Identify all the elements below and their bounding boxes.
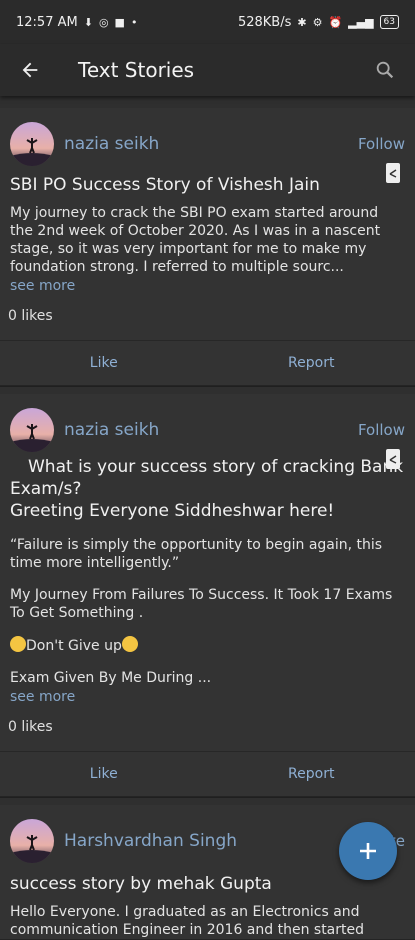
- hugging-emoji-icon: [10, 636, 26, 652]
- search-button[interactable]: [367, 52, 403, 88]
- back-button[interactable]: [12, 52, 48, 88]
- battery-indicator: 63: [380, 15, 399, 29]
- like-button[interactable]: Like: [0, 355, 208, 371]
- page-title: Text Stories: [78, 58, 194, 82]
- signal-icon: ▂▄▆: [348, 16, 373, 29]
- report-button[interactable]: Report: [208, 355, 415, 371]
- dont-give-up-line: Don't Give up: [10, 636, 405, 655]
- network-speed: 528KB/s: [238, 15, 291, 30]
- share-icon: [385, 162, 401, 184]
- share-button[interactable]: [385, 448, 401, 474]
- app-bar: Text Stories: [0, 44, 415, 96]
- share-icon: [385, 448, 401, 470]
- story-greeting: Greeting Everyone Siddheshwar here!: [10, 500, 405, 522]
- arrow-left-icon: [19, 59, 41, 81]
- story-journey: My Journey From Failures To Success. It …: [10, 586, 405, 622]
- like-button[interactable]: Like: [0, 766, 208, 782]
- author-name[interactable]: nazia seikh: [64, 134, 159, 154]
- follow-button[interactable]: Follow: [358, 135, 405, 153]
- likes-count: 0 likes: [8, 719, 405, 735]
- dont-give-up-text: Don't Give up: [26, 638, 122, 654]
- bluetooth-icon: ✱: [297, 16, 306, 29]
- story-title: success story by mehak Gupta: [10, 873, 405, 895]
- square-icon: ■: [115, 16, 125, 29]
- follow-button[interactable]: Follow: [358, 421, 405, 439]
- status-time: 12:57 AM: [16, 15, 78, 30]
- search-icon: [374, 59, 396, 81]
- report-button[interactable]: Report: [208, 766, 415, 782]
- avatar[interactable]: [10, 819, 54, 863]
- dot-icon: •: [131, 16, 138, 29]
- author-name[interactable]: Harshvardhan Singh: [64, 831, 237, 851]
- story-quote: “Failure is simply the opportunity to be…: [10, 536, 405, 572]
- see-more-link[interactable]: see more: [10, 278, 405, 294]
- story-body: Hello Everyone. I graduated as an Electr…: [10, 903, 405, 939]
- status-bar: 12:57 AM ⬇ ◎ ■ • 528KB/s ✱ ⚙ ⏰ ▂▄▆ 63: [0, 0, 415, 44]
- avatar[interactable]: [10, 122, 54, 166]
- notification-icon: ◎: [99, 16, 109, 29]
- avatar[interactable]: [10, 408, 54, 452]
- hugging-emoji-icon: [122, 636, 138, 652]
- see-more-link[interactable]: see more: [10, 689, 405, 705]
- alarm-icon: ⏰: [328, 16, 342, 29]
- story-title: What is your success story of cracking B…: [10, 456, 405, 500]
- author-name[interactable]: nazia seikh: [64, 420, 159, 440]
- download-icon: ⬇: [84, 16, 93, 29]
- story-exam-given: Exam Given By Me During ...: [10, 669, 405, 687]
- story-card: nazia seikh Follow What is your success …: [0, 394, 415, 797]
- settings-icon: ⚙: [313, 16, 323, 29]
- likes-count: 0 likes: [8, 308, 405, 324]
- story-body: My journey to crack the SBI PO exam star…: [10, 204, 405, 276]
- story-title: SBI PO Success Story of Vishesh Jain: [10, 174, 405, 196]
- share-button[interactable]: [385, 162, 401, 188]
- story-card: nazia seikh Follow SBI PO Success Story …: [0, 108, 415, 386]
- plus-icon: [357, 840, 379, 862]
- story-feed: nazia seikh Follow SBI PO Success Story …: [0, 96, 415, 940]
- add-story-button[interactable]: [339, 822, 397, 880]
